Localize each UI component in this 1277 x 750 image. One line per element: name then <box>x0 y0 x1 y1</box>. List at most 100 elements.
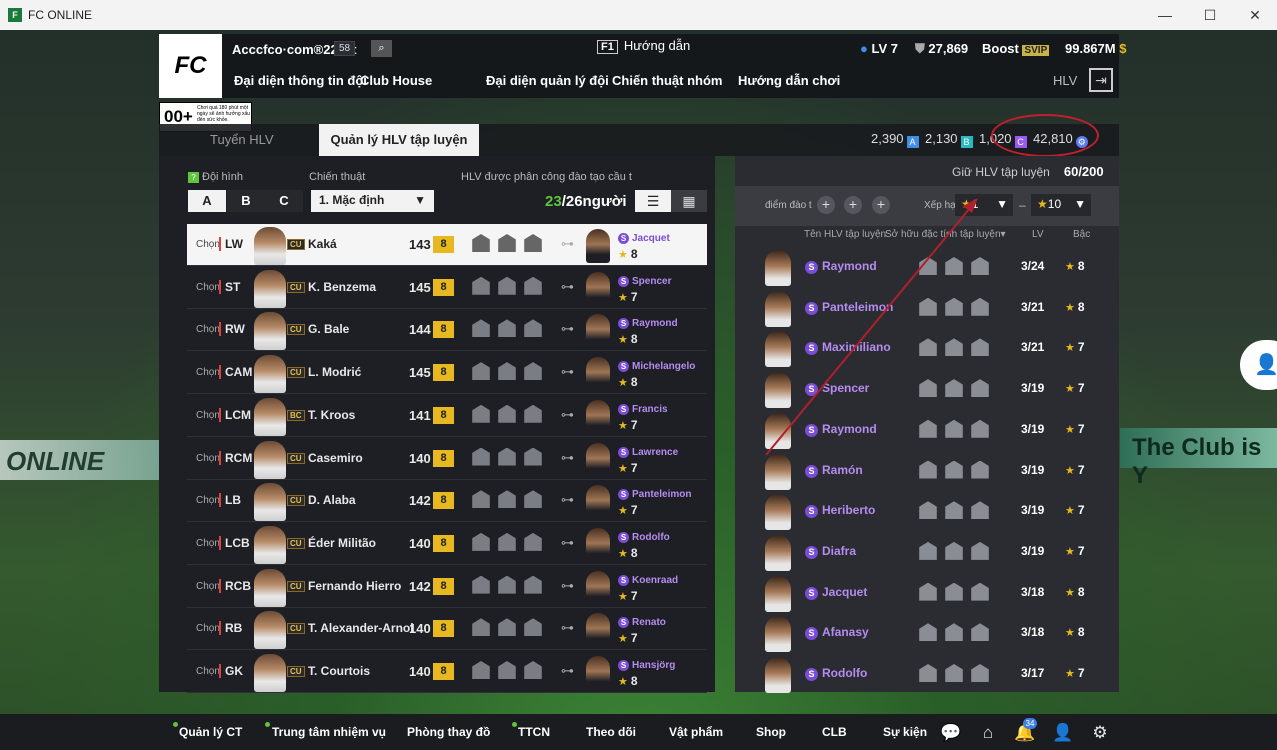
coach-name: Raymond <box>805 422 877 437</box>
bottom-nav-events[interactable]: Sự kiện <box>883 725 927 739</box>
coach-name: Heriberto <box>805 503 875 518</box>
coach-grade: 7 <box>1065 463 1085 477</box>
bottom-nav-club[interactable]: CLB <box>822 725 847 739</box>
list-view-icon[interactable]: ☰ <box>635 190 671 212</box>
training-slot-icon <box>498 575 516 594</box>
player-card-badge: CU <box>287 666 305 677</box>
player-row[interactable]: ChọnRWCUG. Bale1448⊶Raymond8 <box>187 309 707 352</box>
player-ovr: 144 <box>409 322 431 338</box>
coach-grade: 7 <box>1065 666 1085 680</box>
nav-team-info[interactable]: Đại diện thông tin đội <box>234 73 367 88</box>
close-button[interactable]: ✕ <box>1240 4 1270 26</box>
coach-ability-slots <box>917 582 999 605</box>
coach-lv: 3/19 <box>1021 381 1045 396</box>
coach-row[interactable]: Panteleimon 3/21 8 <box>735 288 1119 329</box>
currency-a-icon: A <box>906 136 919 148</box>
tab-manage-coach[interactable]: Quản lý HLV tập luyện <box>319 124 479 156</box>
player-ovr: 140 <box>409 535 431 551</box>
nav-team-tactics[interactable]: Chiến thuật nhóm <box>612 73 723 88</box>
coach-name: Ramón <box>805 463 863 478</box>
player-row[interactable]: ChọnRCM CUCasemiro 1408 ⊶ Lawrence 7 <box>187 438 707 480</box>
coach-row[interactable]: Heriberto 3/19 7 <box>735 491 1119 532</box>
chat-icon[interactable]: 💬 <box>940 722 962 744</box>
chevron-down-icon: ▼ <box>996 197 1008 211</box>
nav-team-manager[interactable]: Đại diện quản lý đội <box>486 73 609 88</box>
player-row[interactable]: ChọnLCM BCT. Kroos 1418 ⊶ Francis 7 <box>187 395 707 437</box>
tab-recruit-coach[interactable]: Tuyển HLV <box>210 132 274 147</box>
player-row[interactable]: ChọnLWCUKaká1438⊶Jacquet8 <box>187 224 707 266</box>
level-display: ● LV 7 <box>860 41 898 56</box>
coach-row[interactable]: Maximiliano 3/21 7 <box>735 328 1119 369</box>
ability-slot-icon <box>971 460 989 479</box>
add-point-button-3[interactable]: + <box>872 196 890 214</box>
gear-icon[interactable]: ⚙ <box>1089 722 1111 744</box>
training-slot-icon <box>472 618 490 637</box>
coach-row[interactable]: Jacquet 3/18 8 <box>735 573 1119 614</box>
bottom-nav-ct-manage[interactable]: Quản lý CT <box>179 725 242 739</box>
coach-row[interactable]: Spencer 3/19 7 <box>735 369 1119 410</box>
minimize-button[interactable]: — <box>1150 4 1180 26</box>
player-row[interactable]: ChọnLCBCUÉder Militão1408⊶Rodolfo8 <box>187 523 707 565</box>
sort-min-select[interactable]: ★1 ▼ <box>955 194 1013 216</box>
choose-label: Chọn <box>196 537 220 549</box>
player-position: CAM <box>219 365 252 380</box>
maximize-button[interactable]: ☐ <box>1195 4 1225 26</box>
coach-row[interactable]: Rodolfo 3/17 7 <box>735 654 1119 695</box>
stadium-banner-right: The Club is Y <box>1120 428 1277 489</box>
bottom-nav-items[interactable]: Vật phẩm <box>669 725 723 739</box>
assigned-coach-name: Koenraad <box>618 575 678 586</box>
coach-row[interactable]: Raymond 3/19 7 <box>735 410 1119 451</box>
bottom-nav-shop[interactable]: Shop <box>756 725 786 739</box>
bottom-nav-ttcn[interactable]: TTCN <box>518 725 550 739</box>
assigned-coach-name: Michelangelo <box>618 361 695 372</box>
player-name: Éder Militão <box>308 535 377 550</box>
ability-slot-icon <box>919 419 937 438</box>
card-view-icon[interactable]: ▦ <box>671 190 707 212</box>
coach-name: Afanasy <box>805 625 869 640</box>
player-row[interactable]: ChọnGKCUT. Courtois1408⊶Hansjörg8 <box>187 651 707 693</box>
coach-ability-slots <box>917 460 999 483</box>
coach-ability-slots <box>917 338 999 360</box>
choose-label: Chọn <box>196 281 220 293</box>
player-avatar <box>254 654 286 692</box>
search-icon[interactable]: ⌕ <box>371 40 392 57</box>
coin-icon: ⛊ <box>915 41 925 56</box>
formation-a-button[interactable]: A <box>188 190 226 212</box>
home-icon[interactable]: ⌂ <box>977 722 999 744</box>
exit-icon[interactable]: ⇥ <box>1089 68 1113 92</box>
coach-row[interactable]: Raymond 3/24 8 <box>735 247 1119 288</box>
coach-row[interactable]: Ramón 3/19 7 <box>735 451 1119 492</box>
bottom-nav-mission-center[interactable]: Trung tâm nhiệm vụ <box>272 725 386 739</box>
window-title: FC ONLINE <box>28 8 93 22</box>
formation-b-button[interactable]: B <box>227 190 265 212</box>
sort-max-select[interactable]: ★10 ▼ <box>1031 194 1091 216</box>
choose-label: Chọn <box>196 239 220 250</box>
col-ability[interactable]: Sở hữu đặc tính tập luyện▾ <box>885 229 1006 240</box>
tactic-select[interactable]: 1. Mặc định ▼ <box>311 190 434 212</box>
player-row[interactable]: ChọnCAMCUL. Modrić1458⊶Michelangelo8 <box>187 352 707 395</box>
training-slot-icon <box>524 618 542 637</box>
player-row[interactable]: ChọnRCB CUFernando Hierro 1428 ⊶ Koenraad 7 <box>187 566 707 608</box>
player-row[interactable]: ChọnRB CUT. Alexander-Arnol1408 ⊶ Renato 7 <box>187 608 707 651</box>
coach-row[interactable]: Diafra 3/19 7 <box>735 532 1119 573</box>
assigned-coach-stars: 8 <box>618 247 638 261</box>
formation-c-button[interactable]: C <box>265 190 303 212</box>
training-slot-icon <box>498 532 516 551</box>
coach-row[interactable]: Afanasy 3/18 8 <box>735 613 1119 654</box>
ability-slot-icon <box>919 501 937 520</box>
guide-button[interactable]: F1 Hướng dẫn <box>597 38 690 54</box>
bottom-nav-follow[interactable]: Theo dõi <box>586 725 636 739</box>
player-ovr: 141 <box>409 407 431 423</box>
coach-name: Spencer <box>805 381 869 396</box>
player-row[interactable]: ChọnLB CUD. Alaba 1428 ⊶ Panteleimon 7 <box>187 480 707 523</box>
player-row[interactable]: ChọnST CUK. Benzema 1458 ⊶ Spencer 7 <box>187 267 707 309</box>
nav-game-guide[interactable]: Hướng dẫn chơi <box>738 73 840 88</box>
bottom-nav-locker-room[interactable]: Phòng thay đồ <box>407 725 490 739</box>
ability-slot-icon <box>971 664 989 682</box>
training-slots <box>470 532 552 555</box>
nav-club-house[interactable]: Club House <box>360 73 432 88</box>
add-point-button-2[interactable]: + <box>844 196 862 214</box>
fc-logo[interactable]: FC <box>159 34 222 98</box>
add-point-button-1[interactable]: + <box>817 196 835 214</box>
user-icon[interactable]: 👤 <box>1052 722 1074 744</box>
